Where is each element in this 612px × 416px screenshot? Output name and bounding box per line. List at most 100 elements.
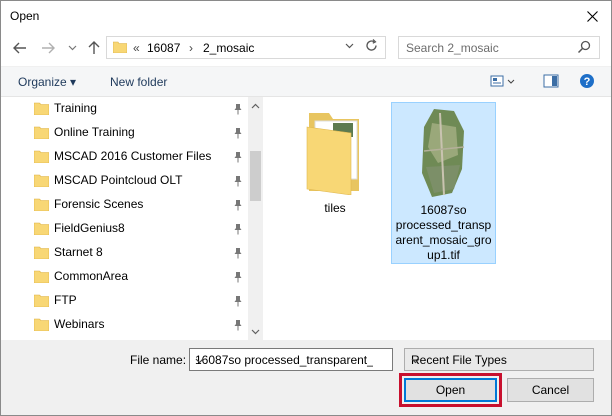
breadcrumb-16087[interactable]: 16087 (147, 41, 180, 55)
nav-item-webinars[interactable]: Webinars (1, 313, 249, 337)
file-item-mosaic-tif[interactable]: 16087so processed_transp arent_mosaic_gr… (391, 102, 496, 264)
search-icon (577, 40, 591, 54)
open-button[interactable]: Open (404, 378, 497, 402)
help-button[interactable]: ? (579, 73, 595, 92)
folder-icon (34, 198, 49, 211)
file-name-line-1: 16087so (420, 203, 467, 217)
scroll-down-button[interactable] (248, 323, 263, 340)
svg-text:?: ? (584, 76, 591, 88)
nav-item-mscad-pointcloud[interactable]: MSCAD Pointcloud OLT (1, 169, 249, 193)
folder-icon (34, 294, 49, 307)
folder-icon (34, 126, 49, 139)
address-bar[interactable]: « 16087 › 2_mosaic (106, 36, 386, 59)
file-name-input[interactable]: 16087so processed_transparent_mosaic_gro… (189, 348, 393, 371)
nav-item-ftp[interactable]: FTP (1, 289, 249, 313)
chevron-down-icon (195, 358, 204, 364)
refresh-button[interactable] (365, 39, 378, 55)
file-item-tiles[interactable]: tiles (290, 107, 380, 217)
chevron-down-icon (68, 45, 76, 51)
breadcrumb-separator: › (189, 41, 193, 55)
nav-item-fieldgenius8[interactable]: FieldGenius8 (1, 217, 249, 241)
nav-item-mscad-2016[interactable]: MSCAD 2016 Customer Files (1, 145, 249, 169)
folder-icon (113, 41, 127, 53)
folder-icon (306, 113, 359, 195)
nav-item-label: FieldGenius8 (54, 221, 125, 235)
nav-item-label: Webinars (54, 317, 105, 331)
pin-icon[interactable] (233, 175, 243, 187)
folder-icon (34, 222, 49, 235)
command-bar: Organize ▾ New folder ? (1, 66, 611, 97)
pin-icon[interactable] (233, 271, 243, 283)
pin-icon[interactable] (233, 199, 243, 211)
window-title: Open (10, 9, 40, 23)
new-folder-button[interactable]: New folder (110, 75, 167, 89)
folder-icon (34, 318, 49, 331)
nav-item-label: Online Training (54, 125, 135, 139)
folder-icon (34, 270, 49, 283)
nav-item-label: Forensic Scenes (54, 197, 144, 211)
nav-scrollbar[interactable] (248, 97, 263, 340)
breadcrumb-2-mosaic[interactable]: 2_mosaic (203, 41, 254, 55)
scroll-thumb[interactable] (250, 151, 261, 201)
nav-item-online-training[interactable]: Online Training (1, 121, 249, 145)
folder-icon (34, 102, 49, 115)
view-icon (490, 75, 515, 87)
nav-item-label: MSCAD 2016 Customer Files (54, 149, 212, 163)
up-arrow-icon (88, 41, 100, 54)
nav-item-label: MSCAD Pointcloud OLT (54, 173, 183, 187)
preview-pane-icon (543, 74, 559, 88)
nav-item-training[interactable]: Training (1, 97, 249, 121)
forward-arrow-icon (42, 42, 55, 54)
file-name-label: File name: (130, 353, 187, 367)
forward-button[interactable] (40, 40, 56, 56)
address-overflow[interactable]: « (133, 41, 140, 55)
nav-item-label: CommonArea (54, 269, 129, 283)
folder-icon (34, 246, 49, 259)
nav-item-label: Starnet 8 (54, 245, 103, 259)
scroll-up-button[interactable] (248, 97, 263, 114)
chevron-down-icon (411, 358, 420, 364)
back-button[interactable] (12, 40, 28, 56)
image-thumbnail-icon (421, 109, 464, 197)
pin-icon[interactable] (233, 103, 243, 115)
nav-item-starnet-8[interactable]: Starnet 8 (1, 241, 249, 265)
close-button[interactable] (581, 5, 603, 27)
pin-icon[interactable] (233, 295, 243, 307)
file-name-line-3: arent_mosaic_gro (395, 233, 492, 247)
preview-pane-button[interactable] (543, 73, 559, 92)
title-bar: Open (0, 0, 612, 31)
search-placeholder: Search 2_mosaic (406, 41, 499, 55)
nav-item-label: FTP (54, 293, 77, 307)
pin-icon[interactable] (233, 247, 243, 259)
chevron-down-icon (345, 43, 354, 49)
file-name-dropdown[interactable] (195, 353, 373, 367)
address-dropdown[interactable] (345, 41, 354, 52)
recent-locations-button[interactable] (64, 40, 80, 56)
nav-item-forensic-scenes[interactable]: Forensic Scenes (1, 193, 249, 217)
close-icon (586, 10, 598, 22)
file-name-line-2: processed_transp (395, 218, 492, 232)
file-name-line-4: up1.tif (427, 248, 460, 262)
navigation-pane: Training Online Training MSCAD 2016 Cust… (1, 97, 263, 340)
nav-item-commonarea[interactable]: CommonArea (1, 265, 249, 289)
nav-item-label: Training (54, 101, 97, 115)
change-view-button[interactable] (490, 73, 516, 92)
file-type-select[interactable]: Recent File Types (404, 348, 594, 371)
pin-icon[interactable] (233, 223, 243, 235)
cancel-button[interactable]: Cancel (507, 378, 594, 402)
folder-icon (34, 150, 49, 163)
file-list: tiles 16087so processed_transp arent_mos… (264, 97, 611, 340)
pin-icon[interactable] (233, 151, 243, 163)
organize-button[interactable]: Organize ▾ (18, 75, 76, 89)
search-input[interactable]: Search 2_mosaic (398, 36, 600, 59)
refresh-icon (366, 39, 377, 51)
file-type-dropdown[interactable] (411, 353, 587, 367)
pin-icon[interactable] (233, 127, 243, 139)
back-arrow-icon (13, 42, 26, 54)
folder-icon (34, 174, 49, 187)
chevron-up-icon (251, 103, 260, 108)
up-button[interactable] (86, 40, 102, 56)
file-name: tiles (324, 201, 346, 215)
help-icon: ? (580, 74, 594, 88)
pin-icon[interactable] (233, 319, 243, 331)
